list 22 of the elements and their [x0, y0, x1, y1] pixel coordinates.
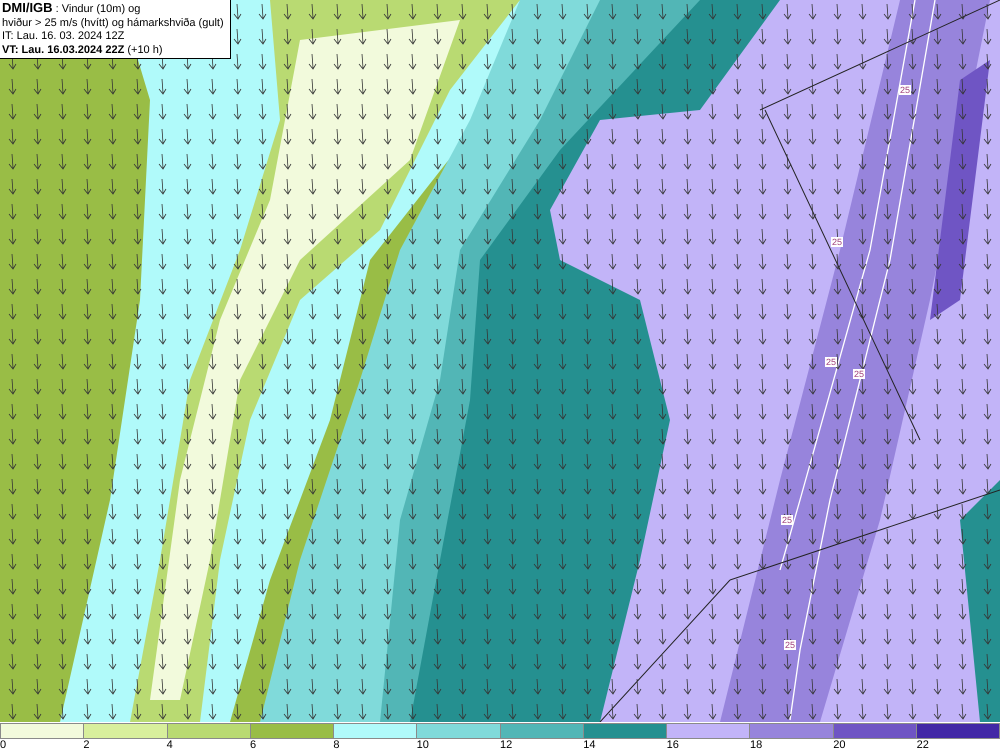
legend-tick-label: 14	[583, 739, 596, 752]
contour-label: 25	[853, 369, 865, 379]
legend-tick-label: 0	[0, 739, 6, 752]
contour-label: 25	[831, 237, 843, 247]
legend-tick-label: 20	[833, 739, 846, 752]
legend-tick-label: 12	[500, 739, 512, 752]
legend-tick-label: 22	[916, 739, 929, 752]
legend-tick-label: 8	[333, 739, 340, 752]
legend-tick-label: 10	[416, 739, 429, 752]
legend-tick-label: 4	[166, 739, 173, 752]
info-text: DMI/IGB : Vindur (10m) og	[2, 1, 142, 16]
info-text: IT: Lau. 16. 03. 2024 12Z	[2, 30, 126, 44]
legend-tick-label: 18	[750, 739, 762, 752]
contour-label: 25	[781, 515, 793, 525]
legend-tick-label: 16	[666, 739, 679, 752]
contour-label: 25	[784, 640, 796, 650]
contour-label: 25	[825, 357, 837, 367]
contour-label: 25	[899, 85, 911, 95]
info-text: hviður > 25 m/s (hvítt) og hámarkshviða (gult)	[2, 16, 225, 30]
legend-tick-label: 2	[83, 739, 90, 752]
legend-tick-label: 6	[250, 739, 256, 752]
info-text: VT: Lau. 16.03.2024 22Z (+10 h)	[2, 44, 164, 57]
